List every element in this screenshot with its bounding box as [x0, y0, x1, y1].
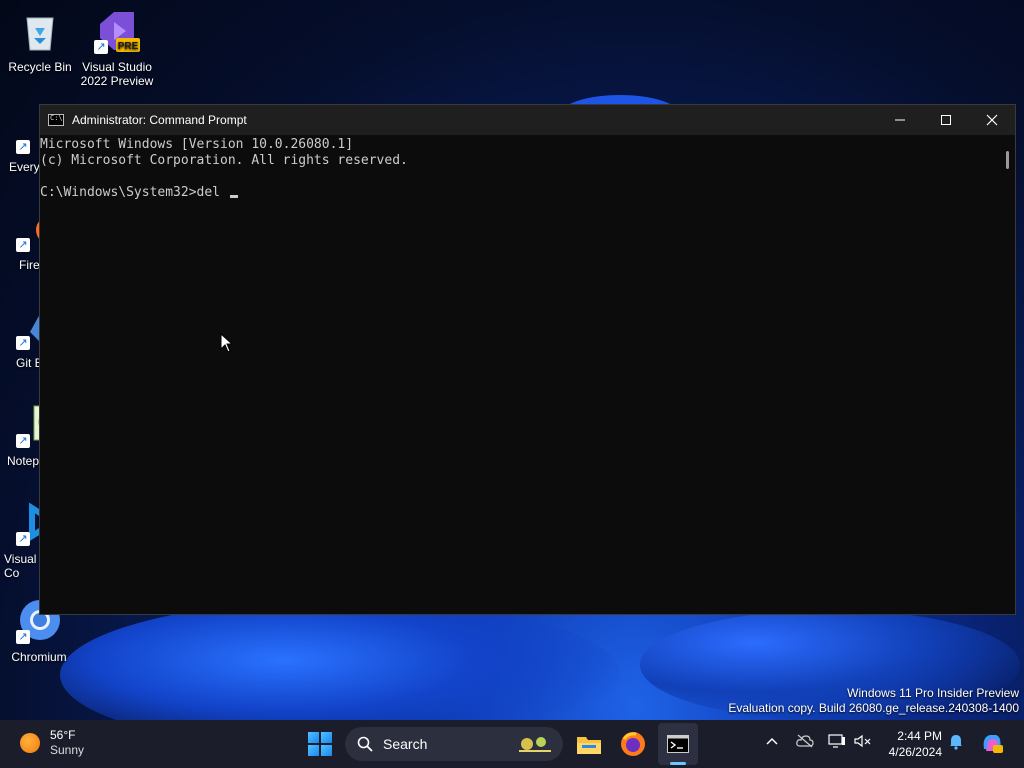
console-line: Microsoft Windows [Version 10.0.26080.1]: [40, 137, 354, 152]
file-explorer-icon: [577, 737, 601, 754]
scrollbar-thumb[interactable]: [1006, 151, 1009, 169]
taskbar-clock[interactable]: 2:44 PM 4/26/2024: [876, 728, 942, 760]
watermark-line: Windows 11 Pro Insider Preview: [847, 686, 1019, 700]
taskbar-file-explorer[interactable]: [575, 730, 603, 758]
watermark-line: Evaluation copy. Build 26080.ge_release.…: [728, 701, 1019, 715]
firefox-icon: [621, 732, 645, 756]
copilot-button[interactable]: [980, 731, 1004, 758]
onedrive-tray[interactable]: [796, 734, 814, 751]
maximize-button[interactable]: [923, 105, 969, 135]
start-button[interactable]: [308, 732, 332, 756]
search-icon: [357, 736, 373, 752]
shortcut-arrow-icon: ↗: [16, 140, 30, 154]
minimize-icon: [895, 119, 905, 121]
terminal-icon: [667, 735, 689, 753]
weather-widget[interactable]: 56°F Sunny: [20, 728, 84, 758]
command-prompt-window[interactable]: Administrator: Command Prompt Microsoft …: [39, 104, 1016, 615]
volume-tray[interactable]: [854, 734, 872, 751]
console-line: (c) Microsoft Corporation. All rights re…: [40, 153, 408, 168]
taskbar-firefox[interactable]: [619, 730, 647, 758]
search-placeholder: Search: [383, 736, 428, 752]
visual-studio-icon: PRE ↗: [94, 8, 140, 54]
mouse-pointer-icon: [220, 332, 234, 358]
sun-icon: [20, 733, 40, 753]
console-prompt: C:\Windows\System32>del: [40, 185, 228, 200]
bell-icon: [950, 735, 962, 750]
recycle-bin-icon: [17, 8, 63, 54]
desktop-icon-label: Visual Studio 2022 Preview: [80, 60, 154, 88]
os-watermark: Windows 11 Pro Insider Preview Evaluatio…: [728, 686, 1019, 716]
show-hidden-icons-button[interactable]: [765, 734, 779, 751]
close-button[interactable]: [969, 105, 1015, 135]
console-output[interactable]: Microsoft Windows [Version 10.0.26080.1]…: [40, 135, 999, 614]
weather-condition: Sunny: [50, 743, 85, 757]
copilot-icon: [983, 735, 1003, 753]
taskbar: 56°F Sunny Search 2:44 PM 4/26/2024: [0, 720, 1024, 768]
cloud-offline-icon: [796, 734, 814, 748]
monitor-network-icon: [828, 734, 845, 748]
window-titlebar[interactable]: Administrator: Command Prompt: [40, 105, 1015, 135]
console-prompt-line[interactable]: C:\Windows\System32>del: [40, 185, 999, 201]
taskbar-terminal[interactable]: [664, 730, 692, 758]
shortcut-arrow-icon: ↗: [16, 238, 30, 252]
vertical-scrollbar[interactable]: [999, 135, 1015, 614]
shortcut-arrow-icon: ↗: [16, 434, 30, 448]
clock-time: 2:44 PM: [897, 729, 942, 743]
desktop-icon-label: Recycle Bin: [8, 60, 72, 74]
active-app-indicator: [670, 762, 686, 765]
svg-text:PRE: PRE: [118, 41, 139, 52]
maximize-icon: [941, 115, 951, 125]
desktop-icon-visual-studio[interactable]: PRE ↗ Visual Studio 2022 Preview: [77, 8, 157, 88]
desktop-icon-label: Chromium: [11, 650, 67, 664]
chevron-up-icon: [766, 737, 778, 745]
shortcut-arrow-icon: ↗: [16, 532, 30, 546]
network-tray[interactable]: [828, 734, 846, 751]
cmd-app-icon: [48, 114, 64, 126]
taskbar-search[interactable]: Search: [345, 727, 563, 761]
search-highlight-icon: [519, 737, 551, 752]
shortcut-arrow-icon: ↗: [16, 336, 30, 350]
notifications-button[interactable]: [949, 734, 963, 753]
speaker-muted-icon: [854, 734, 871, 748]
desktop-icon-recycle-bin[interactable]: Recycle Bin: [0, 8, 80, 74]
window-title: Administrator: Command Prompt: [72, 113, 247, 127]
windows-logo-icon: [308, 732, 319, 743]
close-icon: [986, 114, 998, 126]
text-cursor: [229, 195, 238, 198]
minimize-button[interactable]: [877, 105, 923, 135]
shortcut-arrow-icon: ↗: [16, 630, 30, 644]
clock-date: 4/26/2024: [888, 745, 942, 759]
weather-temp: 56°F: [50, 728, 76, 742]
shortcut-arrow-icon: ↗: [94, 40, 108, 54]
